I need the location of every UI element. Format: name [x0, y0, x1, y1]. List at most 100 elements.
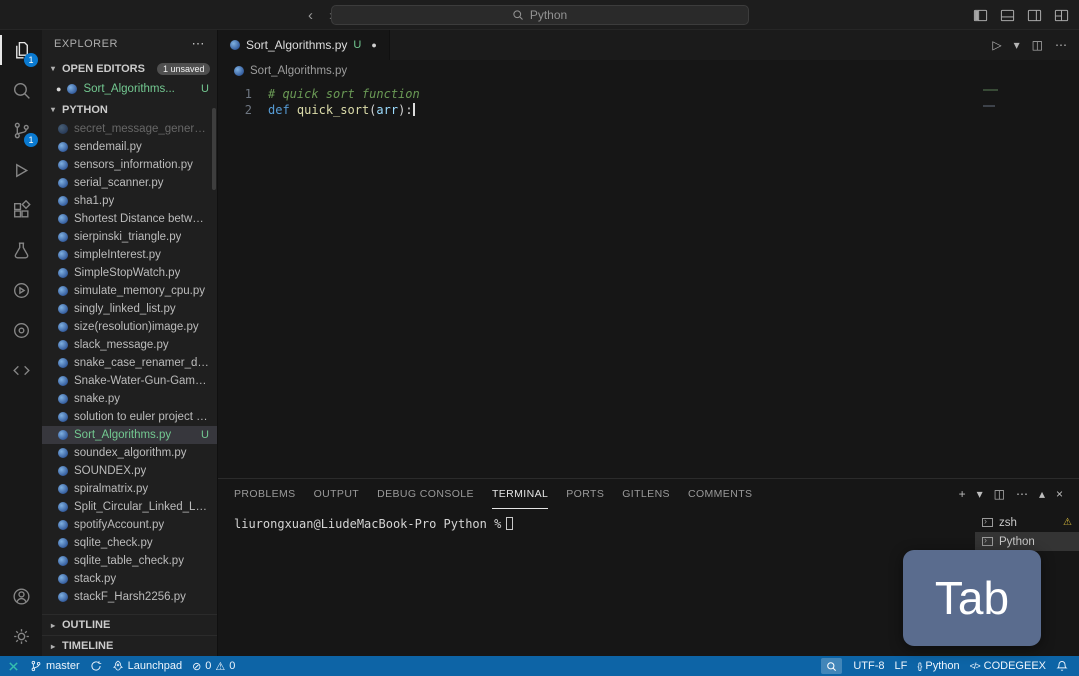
- language-status-item[interactable]: {} Python: [912, 656, 964, 676]
- file-item[interactable]: Shortest Distance betwee...: [42, 210, 217, 228]
- file-item[interactable]: slack_message.py: [42, 336, 217, 354]
- python-file-icon: [58, 430, 68, 440]
- branch-status-item[interactable]: master: [25, 656, 85, 676]
- codegeex-view-button[interactable]: [0, 350, 42, 390]
- sidebar-scrollbar[interactable]: [212, 108, 216, 190]
- command-center-search[interactable]: Python: [330, 5, 749, 25]
- ellipsis-icon[interactable]: ⋯: [192, 36, 206, 52]
- terminal-dropdown-chevron-icon[interactable]: ▾: [977, 487, 983, 501]
- file-item[interactable]: soundex_algorithm.py: [42, 444, 217, 462]
- code-line[interactable]: 1 # quick sort function: [218, 86, 1079, 102]
- panel-tab-problems[interactable]: PROBLEMS: [234, 479, 296, 509]
- file-item[interactable]: sendemail.py: [42, 138, 217, 156]
- file-item[interactable]: singly_linked_list.py: [42, 300, 217, 318]
- run-debug-view-button[interactable]: [0, 150, 42, 190]
- code-text: def quick_sort(arr):: [268, 103, 415, 117]
- panel-tab-comments[interactable]: COMMENTS: [688, 479, 752, 509]
- remote-indicator[interactable]: [6, 656, 25, 676]
- file-item[interactable]: spiralmatrix.py: [42, 480, 217, 498]
- explorer-view-button[interactable]: 1: [0, 30, 42, 70]
- panel-tab-debug-console[interactable]: DEBUG CONSOLE: [377, 479, 474, 509]
- file-item[interactable]: snake.py: [42, 390, 217, 408]
- file-item[interactable]: solution to euler project pr...: [42, 408, 217, 426]
- codegeex-status-item[interactable]: </> CODEGEEX: [965, 656, 1051, 676]
- settings-button[interactable]: [0, 616, 42, 656]
- file-item[interactable]: serial_scanner.py: [42, 174, 217, 192]
- file-item[interactable]: secret_message_generato...: [42, 120, 217, 138]
- timeline-section-header[interactable]: ▸ TIMELINE: [42, 635, 217, 656]
- toggle-panel-icon[interactable]: [1000, 8, 1015, 23]
- search-text: Python: [529, 8, 568, 22]
- launchpad-status-item[interactable]: Launchpad: [107, 656, 187, 676]
- file-item[interactable]: sqlite_table_check.py: [42, 552, 217, 570]
- terminal-icon: [982, 535, 993, 546]
- file-name: Sort_Algorithms.py: [74, 429, 172, 441]
- testing-view-button[interactable]: [0, 230, 42, 270]
- open-editor-item[interactable]: ● Sort_Algorithms... U: [42, 79, 217, 99]
- file-item[interactable]: stackF_Harsh2256.py: [42, 588, 217, 606]
- file-item[interactable]: Snake-Water-Gun-Game.py: [42, 372, 217, 390]
- terminal-list-item-zsh[interactable]: zsh ⚠: [975, 513, 1079, 532]
- file-item[interactable]: sqlite_check.py: [42, 534, 217, 552]
- toggle-sidebar-right-icon[interactable]: [1027, 8, 1042, 23]
- run-debug-icon: [15, 163, 28, 177]
- editor-actions: ▷ ▾ ◫ ⋯: [992, 38, 1079, 52]
- file-item[interactable]: simpleInterest.py: [42, 246, 217, 264]
- file-item[interactable]: Split_Circular_Linked_List...: [42, 498, 217, 516]
- file-item[interactable]: size(resolution)image.py: [42, 318, 217, 336]
- split-terminal-icon[interactable]: ◫: [994, 487, 1005, 501]
- panel-tab-terminal[interactable]: TERMINAL: [491, 479, 549, 509]
- screencast-zoom-item[interactable]: [821, 658, 843, 674]
- sync-status-item[interactable]: [85, 656, 107, 676]
- account-icon: [12, 587, 30, 605]
- folder-section-header[interactable]: ▾ PYTHON: [42, 99, 217, 120]
- file-name: sensors_information.py: [74, 159, 193, 171]
- toggle-sidebar-left-icon[interactable]: [973, 8, 988, 23]
- terminal-list-item-python[interactable]: Python: [975, 532, 1079, 551]
- accounts-button[interactable]: [0, 576, 42, 616]
- run-python-button[interactable]: ▷: [992, 38, 1001, 52]
- file-item[interactable]: spotifyAccount.py: [42, 516, 217, 534]
- new-terminal-icon[interactable]: +: [959, 487, 966, 501]
- more-actions-icon[interactable]: ⋯: [1055, 38, 1067, 52]
- file-item[interactable]: SOUNDEX.py: [42, 462, 217, 480]
- file-item[interactable]: snake_case_renamer_dec...: [42, 354, 217, 372]
- breadcrumb[interactable]: Sort_Algorithms.py: [218, 60, 1079, 82]
- back-button[interactable]: ‹: [308, 7, 313, 24]
- code-editor[interactable]: 1 # quick sort function 2 def quick_sort(ar…: [218, 82, 1079, 478]
- run-dropdown-chevron-icon[interactable]: ▾: [1014, 38, 1020, 52]
- close-panel-icon[interactable]: ×: [1056, 487, 1063, 501]
- open-editors-section-header[interactable]: ▾ OPEN EDITORS 1 unsaved: [42, 58, 217, 79]
- split-editor-icon[interactable]: ◫: [1032, 38, 1043, 52]
- editor-tab[interactable]: Sort_Algorithms.py U ●: [218, 30, 390, 60]
- python-file-icon: [234, 66, 244, 76]
- search-view-button[interactable]: [0, 70, 42, 110]
- customize-layout-icon[interactable]: [1054, 8, 1069, 23]
- run-extension-view-button[interactable]: [0, 270, 42, 310]
- panel-tab-gitlens[interactable]: GITLENS: [622, 479, 670, 509]
- extensions-view-button[interactable]: [0, 190, 42, 230]
- eol-status-item[interactable]: LF: [890, 656, 913, 676]
- file-item[interactable]: stack.py: [42, 570, 217, 588]
- file-item[interactable]: sensors_information.py: [42, 156, 217, 174]
- file-item[interactable]: simulate_memory_cpu.py: [42, 282, 217, 300]
- file-item[interactable]: sierpinski_triangle.py: [42, 228, 217, 246]
- panel-tab-output[interactable]: OUTPUT: [314, 479, 360, 509]
- file-item[interactable]: SimpleStopWatch.py: [42, 264, 217, 282]
- encoding-status-item[interactable]: UTF-8: [848, 656, 889, 676]
- record-extension-view-button[interactable]: [0, 310, 42, 350]
- terminal[interactable]: liurongxuan@LiudeMacBook-Pro Python %: [218, 509, 975, 656]
- panel-tab-ports[interactable]: PORTS: [566, 479, 604, 509]
- code-line[interactable]: 2 def quick_sort(arr):: [218, 102, 1079, 118]
- notifications-item[interactable]: [1051, 656, 1073, 676]
- more-actions-icon[interactable]: ⋯: [1016, 487, 1028, 501]
- modified-dot-icon[interactable]: ●: [371, 40, 376, 50]
- source-control-view-button[interactable]: 1: [0, 110, 42, 150]
- file-item[interactable]: sha1.py: [42, 192, 217, 210]
- file-item[interactable]: Sort_Algorithms.py U: [42, 426, 217, 444]
- minimap[interactable]: [983, 89, 999, 121]
- panel-actions: + ▾ ◫ ⋯ ▴ ×: [959, 487, 1063, 501]
- outline-section-header[interactable]: ▸ OUTLINE: [42, 614, 217, 635]
- problems-status-item[interactable]: ⊘ 0 ⚠ 0: [187, 656, 240, 676]
- maximize-panel-icon[interactable]: ▴: [1039, 487, 1045, 501]
